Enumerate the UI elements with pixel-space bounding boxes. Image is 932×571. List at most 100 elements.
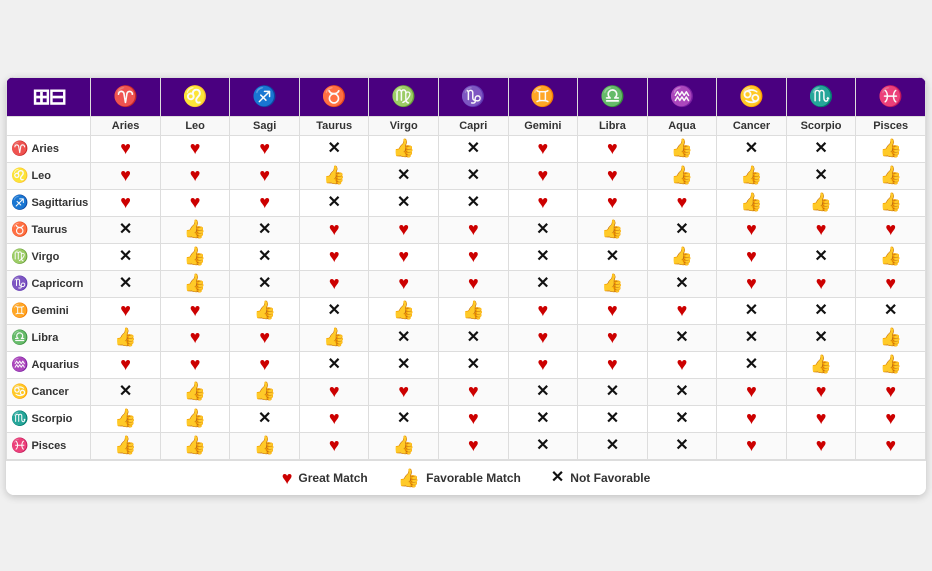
row-icon: ♏ (11, 410, 28, 427)
heart-icon: ♥ (885, 408, 896, 428)
main-container: ⊞⊟ ♈♌♐♉♍♑♊♎♒♋♏♓ AriesLeoSagiTaurusVirgoC… (6, 77, 926, 495)
cell-gemini-sagi: 👍 (230, 297, 300, 324)
thumb-icon: 👍 (114, 435, 136, 455)
cross-icon: ✕ (258, 248, 271, 265)
heart-icon: ♥ (120, 354, 131, 374)
cell-taurus-aries: ✕ (91, 216, 161, 243)
heart-icon: ♥ (329, 408, 340, 428)
row-icon: ♌ (11, 167, 28, 184)
thumb-icon: 👍 (671, 138, 693, 158)
heart-icon: ♥ (190, 192, 201, 212)
cell-leo-capri: ✕ (439, 162, 509, 189)
heart-icon: ♥ (329, 381, 340, 401)
heart-icon: ♥ (468, 435, 479, 455)
col-icon-pisces: ♓ (856, 77, 926, 116)
row-icon: ♎ (11, 329, 28, 346)
row-header-cancer: ♋Cancer (7, 378, 91, 405)
cell-aries-capri: ✕ (439, 135, 509, 162)
cell-capricorn-leo: 👍 (160, 270, 230, 297)
cell-cancer-libra: ✕ (578, 378, 648, 405)
row-label: Cancer (31, 386, 68, 398)
cell-taurus-sagi: ✕ (230, 216, 300, 243)
thumb-icon: 👍 (879, 138, 901, 158)
row-header-capricorn: ♑Capricorn (7, 270, 91, 297)
cell-aries-pisces: 👍 (856, 135, 926, 162)
cell-aquarius-cancer: ✕ (717, 351, 787, 378)
heart-icon: ♥ (885, 381, 896, 401)
thumb-icon: 👍 (393, 435, 415, 455)
cell-aquarius-libra: ♥ (578, 351, 648, 378)
zodiac-icon: ♋ (719, 84, 784, 109)
cell-scorpio-pisces: ♥ (856, 405, 926, 432)
not-favorable-label: Not Favorable (570, 471, 650, 485)
cross-icon: ✕ (536, 383, 549, 400)
heart-icon: ♥ (398, 219, 409, 239)
heart-icon: ♥ (468, 219, 479, 239)
cross-icon: ✕ (397, 329, 410, 346)
cell-libra-gemini: ♥ (508, 324, 578, 351)
table-row: ♌Leo♥♥♥👍✕✕♥♥👍👍✕👍 (7, 162, 926, 189)
heart-icon: ♥ (607, 327, 618, 347)
cell-aquarius-aries: ♥ (91, 351, 161, 378)
cross-icon: ✕ (675, 275, 688, 292)
row-label: Sagittarius (31, 197, 88, 209)
cell-taurus-aqua: ✕ (647, 216, 717, 243)
col-icon-sagi: ♐ (230, 77, 300, 116)
cell-virgo-gemini: ✕ (508, 243, 578, 270)
thumb-icon: 👍 (879, 327, 901, 347)
cell-sagittarius-gemini: ♥ (508, 189, 578, 216)
cell-leo-virgo: ✕ (369, 162, 439, 189)
cross-icon: ✕ (467, 194, 480, 211)
thumb-icon: 👍 (323, 165, 345, 185)
row-icon: ♒ (11, 356, 28, 373)
heart-icon: ♥ (190, 300, 201, 320)
cell-gemini-aries: ♥ (91, 297, 161, 324)
cell-taurus-cancer: ♥ (717, 216, 787, 243)
heart-icon: ♥ (885, 435, 896, 455)
zodiac-icon: ♎ (580, 84, 645, 109)
cross-icon: ✕ (536, 221, 549, 238)
cell-libra-pisces: 👍 (856, 324, 926, 351)
table-row: ♉Taurus✕👍✕♥♥♥✕👍✕♥♥♥ (7, 216, 926, 243)
thumb-icon: 👍 (253, 381, 275, 401)
zodiac-icon: ♑ (441, 84, 506, 109)
thumb-icon: 👍 (462, 300, 484, 320)
row-icon: ♈ (11, 140, 28, 157)
table-row: ♏Scorpio👍👍✕♥✕♥✕✕✕♥♥♥ (7, 405, 926, 432)
cell-capricorn-sagi: ✕ (230, 270, 300, 297)
zodiac-icon: ♐ (232, 84, 297, 109)
thumb-icon: 👍 (398, 469, 420, 487)
cross-icon: ✕ (328, 194, 341, 211)
row-icon: ♍ (11, 248, 28, 265)
cross-icon: ✕ (328, 140, 341, 157)
cross-icon: ✕ (258, 410, 271, 427)
cell-scorpio-leo: 👍 (160, 405, 230, 432)
cross-icon: ✕ (119, 248, 132, 265)
cell-scorpio-aqua: ✕ (647, 405, 717, 432)
col-label-aqua: Aqua (647, 116, 717, 135)
cell-scorpio-taurus: ♥ (299, 405, 369, 432)
cell-aries-virgo: 👍 (369, 135, 439, 162)
thumb-icon: 👍 (184, 219, 206, 239)
cell-gemini-scorpio: ✕ (786, 297, 856, 324)
cross-icon: ✕ (397, 194, 410, 211)
cell-leo-gemini: ♥ (508, 162, 578, 189)
cell-pisces-scorpio: ♥ (786, 432, 856, 459)
heart-icon: ♥ (468, 246, 479, 266)
cross-icon: ✕ (119, 275, 132, 292)
row-header-taurus: ♉Taurus (7, 216, 91, 243)
cell-scorpio-sagi: ✕ (230, 405, 300, 432)
cell-libra-cancer: ✕ (717, 324, 787, 351)
row-icon: ♓ (11, 437, 28, 454)
cell-leo-aqua: 👍 (647, 162, 717, 189)
row-header-pisces: ♓Pisces (7, 432, 91, 459)
cell-gemini-cancer: ✕ (717, 297, 787, 324)
row-icon: ♑ (11, 275, 28, 292)
cross-icon: ✕ (258, 221, 271, 238)
thumb-icon: 👍 (114, 408, 136, 428)
logo-cell: ⊞⊟ (7, 77, 91, 116)
heart-icon: ♥ (468, 408, 479, 428)
heart-icon: ♥ (259, 192, 270, 212)
cell-aries-sagi: ♥ (230, 135, 300, 162)
heart-icon: ♥ (190, 327, 201, 347)
